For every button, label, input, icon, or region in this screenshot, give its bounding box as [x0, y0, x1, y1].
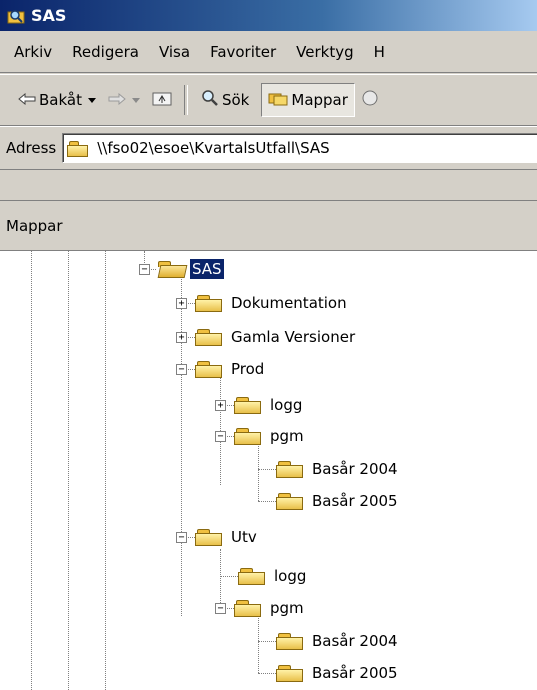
tree-guide-line — [105, 251, 106, 690]
tree-item-label: SAS — [190, 259, 224, 279]
folder-icon — [276, 460, 304, 478]
tree-item-label: Basår 2004 — [312, 460, 398, 478]
collapse-toggle[interactable]: − — [215, 431, 226, 442]
folder-icon — [195, 360, 223, 378]
menu-verktyg[interactable]: Verktyg — [286, 43, 363, 61]
back-label: Bakåt — [39, 91, 82, 109]
tree-connector — [258, 673, 276, 674]
folder-icon — [234, 599, 262, 617]
expand-toggle[interactable]: + — [215, 400, 226, 411]
tree-guide-line — [68, 251, 69, 690]
tree-item-prod-basar-2004[interactable]: Basår 2004 — [276, 457, 400, 481]
search-label: Sök — [221, 91, 250, 109]
up-folder-icon — [152, 90, 172, 110]
search-icon — [200, 89, 220, 111]
tree-item-label: pgm — [270, 599, 304, 617]
forward-arrow-icon — [108, 91, 126, 109]
tree-item-utv-pgm[interactable]: pgm — [234, 596, 306, 620]
menu-redigera[interactable]: Redigera — [62, 43, 149, 61]
tree-connector — [258, 641, 276, 642]
search-folder-icon — [7, 8, 25, 24]
back-arrow-icon — [18, 91, 36, 109]
collapse-toggle[interactable]: − — [215, 603, 226, 614]
window-title: SAS — [31, 6, 67, 25]
folder-icon — [276, 664, 304, 682]
history-button[interactable] — [355, 83, 385, 117]
tree-item-dokumentation[interactable]: Dokumentation — [195, 291, 349, 315]
folder-icon — [67, 140, 89, 157]
collapse-toggle[interactable]: − — [139, 264, 150, 275]
folder-tree: − + + − + − − − SAS Dokumentation Gamla … — [0, 250, 537, 690]
tree-item-label: logg — [270, 396, 303, 414]
search-button[interactable]: Sök — [194, 83, 255, 117]
folder-icon — [276, 632, 304, 650]
tree-guide-line — [181, 275, 182, 616]
folders-label: Mappar — [291, 91, 348, 109]
folder-icon — [195, 294, 223, 312]
tree-item-label: pgm — [270, 427, 304, 445]
tree-item-utv-logg[interactable]: logg — [238, 564, 308, 588]
address-value: \\fso02\esoe\KvartalsUtfall\SAS — [97, 139, 330, 157]
folder-icon — [234, 396, 262, 414]
tree-item-prod-basar-2005[interactable]: Basår 2005 — [276, 489, 400, 513]
pane-gap — [0, 170, 537, 200]
open-folder-icon — [156, 260, 188, 278]
back-button[interactable]: Bakåt — [12, 83, 102, 117]
collapse-toggle[interactable]: − — [176, 532, 187, 543]
folder-icon — [276, 492, 304, 510]
tree-item-label: Utv — [231, 528, 257, 546]
tree-item-prod-logg[interactable]: logg — [234, 393, 304, 417]
folder-icon — [238, 567, 266, 585]
folder-icon — [195, 328, 223, 346]
tree-guide-line — [31, 251, 32, 690]
tree-connector — [258, 469, 276, 470]
tree-guide-line — [220, 373, 221, 485]
folder-icon — [234, 427, 262, 445]
folders-icon — [268, 90, 288, 110]
title-bar[interactable]: SAS — [0, 0, 537, 31]
tree-item-prod[interactable]: Prod — [195, 357, 266, 381]
tree-item-gamla-versioner[interactable]: Gamla Versioner — [195, 325, 357, 349]
forward-button[interactable] — [102, 83, 146, 117]
menu-visa[interactable]: Visa — [149, 43, 200, 61]
folder-icon — [195, 528, 223, 546]
tree-connector — [258, 501, 276, 502]
menu-bar: Arkiv Redigera Visa Favoriter Verktyg H — [0, 31, 537, 73]
tree-item-sas[interactable]: SAS — [156, 257, 224, 281]
toolbar: Bakåt Sök Mappar — [0, 74, 537, 126]
expand-toggle[interactable]: + — [176, 332, 187, 343]
tree-item-label: Basår 2004 — [312, 632, 398, 650]
menu-arkiv[interactable]: Arkiv — [4, 43, 62, 61]
tree-item-label: Prod — [231, 360, 265, 378]
address-input[interactable]: \\fso02\esoe\KvartalsUtfall\SAS — [62, 133, 537, 163]
collapse-toggle[interactable]: − — [176, 364, 187, 375]
menu-favoriter[interactable]: Favoriter — [200, 43, 286, 61]
tree-item-label: Basår 2005 — [312, 664, 398, 682]
address-bar: Adress \\fso02\esoe\KvartalsUtfall\SAS — [0, 126, 537, 170]
address-label: Adress — [6, 139, 57, 157]
folders-pane-header: Mappar — [0, 200, 537, 250]
tree-item-utv[interactable]: Utv — [195, 525, 259, 549]
folders-pane-title: Mappar — [6, 216, 63, 235]
up-folder-button[interactable] — [146, 83, 178, 117]
menu-help[interactable]: H — [364, 43, 395, 61]
tree-item-utv-basar-2005[interactable]: Basår 2005 — [276, 661, 400, 685]
expand-toggle[interactable]: + — [176, 298, 187, 309]
tree-item-label: logg — [274, 567, 307, 585]
tree-item-utv-basar-2004[interactable]: Basår 2004 — [276, 629, 400, 653]
tree-item-label: Dokumentation — [231, 294, 347, 312]
tree-item-label: Basår 2005 — [312, 492, 398, 510]
forward-dropdown-icon[interactable] — [131, 97, 140, 103]
history-icon — [361, 89, 379, 111]
tree-connector — [220, 576, 238, 577]
tree-guide-line — [220, 549, 221, 609]
tree-item-prod-pgm[interactable]: pgm — [234, 424, 306, 448]
folders-button[interactable]: Mappar — [261, 83, 355, 117]
toolbar-separator — [183, 85, 188, 115]
back-dropdown-icon[interactable] — [87, 97, 96, 103]
tree-item-label: Gamla Versioner — [231, 328, 356, 346]
